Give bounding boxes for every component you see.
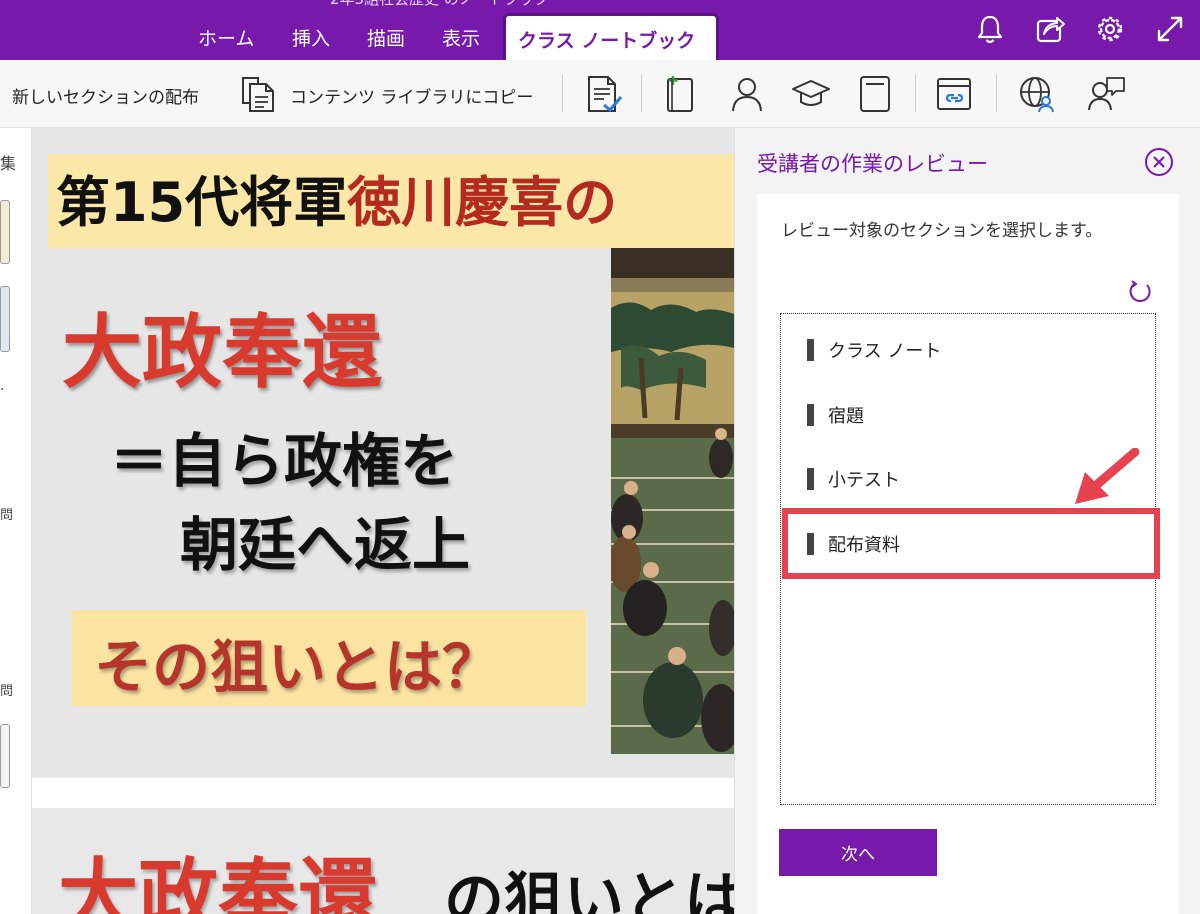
- section-list: クラス ノート 宿題 小テスト 配布資料: [780, 313, 1160, 805]
- panel-title: 受講者の作業のレビュー: [757, 152, 988, 176]
- expand-icon[interactable]: [1153, 12, 1187, 46]
- slide-title-black: 第15代将軍: [56, 171, 348, 234]
- onenote-app: 2年3組社会歴史 のノートブック ホーム 挿入 描画 表示 クラス ノートブック: [0, 0, 1200, 914]
- linked-page-icon[interactable]: [934, 73, 976, 115]
- copy-to-content-library-button[interactable]: コンテンツ ライブラリにコピー: [290, 83, 533, 108]
- next-button[interactable]: 次へ: [779, 829, 937, 876]
- slide-title-red: 徳川慶喜の: [347, 171, 618, 234]
- section-marker: [807, 468, 814, 490]
- section-label: 小テスト: [828, 470, 900, 491]
- globe-user-icon[interactable]: [1016, 73, 1058, 115]
- panel-card: レビュー対象のセクションを選択します。 クラス ノート 宿題 小テスト 配布資料…: [757, 194, 1179, 914]
- rail-mark: ·: [0, 382, 5, 398]
- tab-draw[interactable]: 描画: [367, 24, 405, 51]
- copy-document-icon[interactable]: [238, 73, 278, 115]
- top-bar: 2年3組社会歴史 のノートブック ホーム 挿入 描画 表示 クラス ノートブック: [0, 0, 1200, 60]
- add-pages-icon[interactable]: [660, 73, 702, 115]
- page-canvas: 第15代将軍徳川慶喜の 大政奉還 ＝自ら政権を 朝廷へ返上 その狙いとは？ 大政…: [32, 128, 734, 914]
- review-student-work-panel: 受講者の作業のレビュー レビュー対象のセクションを選択します。 クラス ノート …: [734, 128, 1200, 914]
- section-item-class-notes[interactable]: クラス ノート: [807, 337, 941, 367]
- slide2-heading-red: 大政奉還: [58, 850, 378, 914]
- notebook-title: 2年3組社会歴史 のノートブック: [330, 0, 549, 9]
- ribbon: 新しいセクションの配布 コンテンツ ライブラリにコピー: [0, 60, 1200, 128]
- page-thumbnail-rail: 集 · 問 問: [0, 128, 32, 914]
- slide-heading: 大政奉還: [62, 306, 382, 399]
- slide-image: 第15代将軍徳川慶喜の 大政奉還 ＝自ら政権を 朝廷へ返上 その狙いとは？: [32, 128, 734, 778]
- slide2-heading-black: の狙いとは: [444, 866, 734, 914]
- notebook-icon[interactable]: [854, 73, 896, 115]
- bell-icon[interactable]: [973, 12, 1007, 46]
- page-thumbnail[interactable]: [0, 200, 10, 264]
- section-marker: [807, 339, 814, 361]
- slide-separator: [32, 778, 734, 808]
- ribbon-divider: [915, 74, 916, 112]
- section-label: 宿題: [828, 406, 864, 427]
- section-item-homework[interactable]: 宿題: [807, 402, 864, 432]
- refresh-icon[interactable]: [1127, 278, 1153, 304]
- distribute-new-section-button[interactable]: 新しいセクションの配布: [12, 83, 199, 108]
- feedback-icon[interactable]: [1086, 73, 1128, 115]
- slide-line-1: ＝自ら政権を: [110, 427, 459, 495]
- slide-image: 大政奉還 の狙いとは: [32, 808, 734, 914]
- section-label: クラス ノート: [828, 341, 942, 362]
- historical-painting: [611, 248, 734, 754]
- rail-mark: 問: [0, 684, 14, 699]
- graduation-cap-icon[interactable]: [790, 73, 832, 115]
- ribbon-divider: [641, 74, 642, 112]
- question-band: その狙いとは？: [72, 610, 586, 706]
- close-icon[interactable]: [1144, 147, 1174, 177]
- slide-question: その狙いとは？: [94, 633, 501, 701]
- rail-mark: 問: [0, 508, 14, 523]
- tab-class-notebook-label: クラス ノートブック: [518, 30, 696, 52]
- review-student-work-icon[interactable]: [584, 73, 626, 115]
- gear-icon[interactable]: [1093, 12, 1127, 46]
- instruction-text: レビュー対象のセクションを選択します。: [781, 221, 1103, 241]
- tab-view[interactable]: 表示: [442, 24, 480, 51]
- tab-home[interactable]: ホーム: [198, 24, 254, 51]
- section-item-quiz[interactable]: 小テスト: [807, 466, 900, 496]
- page-thumbnail[interactable]: [0, 724, 10, 788]
- tab-insert[interactable]: 挿入: [292, 24, 330, 51]
- highlight-box: [782, 508, 1160, 579]
- section-marker: [807, 404, 814, 426]
- share-icon[interactable]: [1033, 12, 1067, 46]
- tab-class-notebook[interactable]: クラス ノートブック: [503, 13, 719, 60]
- rail-label: 集: [0, 154, 17, 173]
- slide-title: 第15代将軍徳川慶喜の: [56, 158, 617, 237]
- ribbon-divider: [562, 74, 563, 112]
- pointer-arrow-icon: [1075, 448, 1140, 504]
- student-icon[interactable]: [726, 73, 768, 115]
- slide-line-2: 朝廷へ返上: [180, 511, 471, 579]
- page-thumbnail[interactable]: [0, 286, 10, 352]
- ribbon-divider: [996, 74, 997, 112]
